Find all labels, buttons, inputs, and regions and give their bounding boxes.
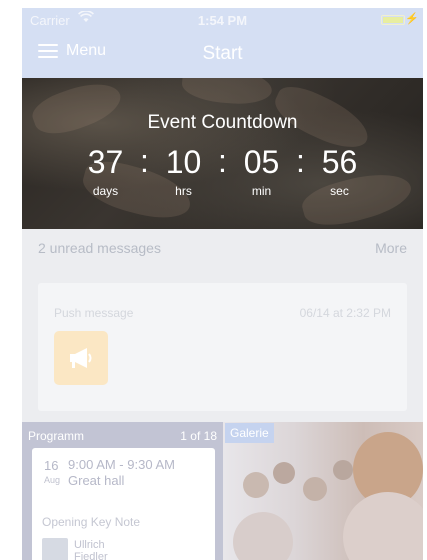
countdown-separator: : bbox=[218, 143, 227, 179]
galerie-label: Galerie bbox=[225, 423, 274, 443]
more-messages-link[interactable]: More bbox=[375, 240, 407, 256]
session-title: Opening Key Note bbox=[42, 515, 141, 529]
programm-session-card[interactable]: 16 Aug 9:00 AM - 9:30 AM Great hall Open… bbox=[32, 448, 215, 560]
messages-header: 2 unread messages More bbox=[38, 240, 407, 260]
unread-messages-count: 2 unread messages bbox=[38, 240, 161, 256]
days-value: 37 bbox=[87, 144, 124, 180]
battery-icon bbox=[381, 15, 405, 25]
days-label: days bbox=[92, 184, 119, 198]
hours-value: 10 bbox=[165, 144, 202, 180]
galerie-widget[interactable]: Galerie bbox=[223, 422, 423, 560]
message-icon-badge bbox=[54, 331, 108, 385]
countdown-hours: 10 hrs bbox=[151, 144, 217, 198]
programm-label: Programm bbox=[28, 429, 85, 443]
session-room: Great hall bbox=[68, 473, 125, 488]
speaker-avatar bbox=[42, 538, 68, 560]
programm-widget[interactable]: Programm 1 of 18 16 Aug 9:00 AM - 9:30 A… bbox=[22, 422, 223, 560]
speaker-first-name: Ullrich bbox=[74, 539, 105, 551]
charging-icon: ⚡ bbox=[405, 13, 419, 25]
minutes-label: min bbox=[251, 184, 272, 198]
event-countdown-banner[interactable]: Event Countdown 37 days : 10 hrs : 05 mi… bbox=[22, 78, 423, 229]
programm-count: 1 of 18 bbox=[180, 429, 217, 443]
page-title: Start bbox=[202, 43, 243, 64]
status-bar: Carrier 1:54 PM ⚡ bbox=[22, 8, 423, 30]
speaker-name: Ullrich Fiedler bbox=[74, 539, 108, 560]
seconds-label: sec bbox=[330, 184, 349, 198]
seconds-value: 56 bbox=[321, 144, 358, 180]
countdown-separator: : bbox=[296, 143, 305, 179]
speaker-last-name: Fiedler bbox=[74, 551, 108, 560]
countdown-minutes: 05 min bbox=[229, 144, 295, 198]
countdown-days: 37 days bbox=[73, 144, 139, 198]
session-time: 9:00 AM - 9:30 AM bbox=[68, 457, 175, 472]
clock: 1:54 PM bbox=[197, 13, 248, 28]
minutes-value: 05 bbox=[243, 144, 280, 180]
countdown-seconds: 56 sec bbox=[307, 144, 373, 198]
countdown-timer: 37 days : 10 hrs : 05 min : 56 sec bbox=[22, 144, 423, 198]
session-month: Aug bbox=[44, 475, 61, 485]
session-day: 16 bbox=[44, 458, 59, 473]
message-title: Push message bbox=[54, 306, 134, 320]
app-screen: Carrier 1:54 PM ⚡ Menu Start Event Count… bbox=[22, 8, 423, 560]
message-date: 06/14 at 2:32 PM bbox=[299, 306, 391, 320]
nav-bar: Menu Start bbox=[22, 30, 423, 78]
message-card[interactable]: Push message 06/14 at 2:32 PM bbox=[38, 283, 407, 411]
hours-label: hrs bbox=[175, 184, 192, 198]
countdown-title: Event Countdown bbox=[147, 112, 298, 133]
countdown-separator: : bbox=[140, 143, 149, 179]
